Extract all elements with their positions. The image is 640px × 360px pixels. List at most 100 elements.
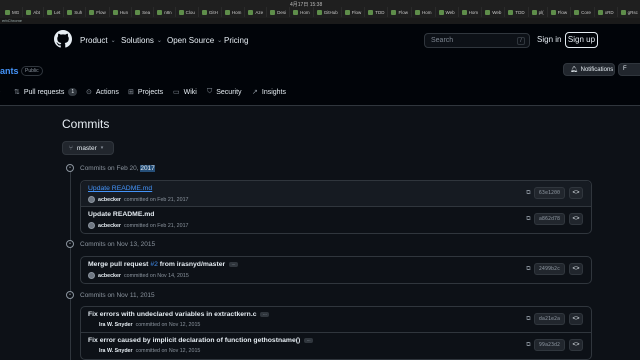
branch-name: master	[76, 144, 97, 152]
commit-message-link[interactable]: from irasnyd/master	[158, 261, 225, 268]
browse-code-icon[interactable]: <>	[569, 213, 583, 225]
browser-tab-label: gRsc	[627, 9, 638, 15]
tab-insights[interactable]: ↗ Insights	[252, 88, 286, 97]
nav-product[interactable]: Product ⌄	[80, 36, 116, 45]
author-link[interactable]: acbecker	[98, 197, 121, 203]
browser-tab[interactable]: Hom	[459, 7, 483, 17]
tab-actions[interactable]: ⊙ Actions	[86, 88, 119, 97]
tab-code-edge[interactable]: ⟩	[0, 88, 1, 96]
tab-pull-requests[interactable]: ⇅ Pull requests 1	[14, 88, 78, 96]
tab-wiki[interactable]: ▭ Wiki	[173, 88, 197, 97]
nav-pricing[interactable]: Pricing	[224, 36, 248, 45]
commit-message-link[interactable]: Fix error caused by implicit declaration…	[88, 337, 300, 344]
commit-meta: acbecker committed on Feb 21, 2017	[88, 196, 188, 203]
commit-sha-button[interactable]: 63e1200	[533, 187, 565, 199]
browser-tab[interactable]: Hom	[222, 7, 246, 17]
bell-icon: 🔔︎	[570, 67, 578, 73]
group-date-label: Commits on Nov 13, 2015	[80, 240, 156, 248]
browser-tab[interactable]: GitHub	[314, 7, 342, 17]
browser-tab[interactable]: TDD	[365, 7, 389, 17]
commit-meta: acbecker committed on Nov 14, 2015	[88, 272, 189, 279]
expand-message-button[interactable]: …	[260, 311, 270, 317]
copy-icon[interactable]: ⧉	[523, 339, 534, 351]
favicon-icon	[67, 9, 73, 15]
browser-tab[interactable]: Let	[44, 7, 65, 17]
commit-message-link[interactable]: Merge pull request	[88, 261, 150, 268]
browser-tab[interactable]: Clou	[176, 7, 199, 17]
browser-tab[interactable]: Hom	[412, 7, 436, 17]
browser-tab[interactable]: Flow	[388, 7, 412, 17]
browser-tab[interactable]: Flow	[86, 7, 110, 17]
commit-icon: •	[66, 291, 74, 299]
copy-icon[interactable]: ⧉	[523, 187, 534, 199]
chevron-down-icon: ⌄	[110, 38, 116, 44]
browser-tab[interactable]: Hun	[110, 7, 133, 17]
browser-tab[interactable]: Hom	[290, 7, 314, 17]
tab-security[interactable]: ⛉ Security	[207, 88, 242, 96]
avatar[interactable]	[88, 222, 95, 229]
commit-date: committed on Nov 12, 2015	[135, 322, 201, 328]
notifications-button[interactable]: 🔔︎ Notifications	[563, 63, 615, 76]
browser-tab[interactable]: TDD	[505, 7, 529, 17]
pr-link[interactable]: #2	[150, 261, 158, 268]
expand-message-button[interactable]: …	[229, 261, 239, 267]
search-input[interactable]: Search /	[424, 33, 530, 48]
browser-tab[interactable]: Abt	[23, 7, 45, 17]
nav-pricing-label: Pricing	[224, 36, 249, 45]
author-link[interactable]: acbecker	[98, 223, 121, 229]
browse-code-icon[interactable]: <>	[569, 187, 583, 199]
fork-button[interactable]: F	[618, 63, 640, 76]
sign-up-button[interactable]: Sign up	[565, 32, 598, 48]
commit-sha-button[interactable]: a862d78	[533, 213, 565, 225]
avatar[interactable]	[88, 196, 95, 203]
favicon-icon	[224, 9, 230, 15]
repo-name-link[interactable]: ants	[0, 66, 19, 76]
nav-open-source[interactable]: Open Source ⌄	[167, 36, 222, 45]
browser-tab-label: Clou	[185, 9, 195, 15]
sign-in-link[interactable]: Sign in	[537, 35, 561, 44]
commit-sha-button[interactable]: da21e2a	[533, 313, 565, 325]
avatar[interactable]	[88, 272, 95, 279]
browse-code-icon[interactable]: <>	[569, 339, 583, 351]
favicon-icon	[316, 9, 322, 15]
browser-tab[interactable]: GitH	[199, 7, 222, 17]
browser-tab-label: n8n	[164, 9, 172, 15]
commit-message: Merge pull request #2 from irasnyd/maste…	[88, 261, 239, 268]
commit-message-link[interactable]: Update README.md	[88, 185, 152, 192]
chevron-down-icon: ⌄	[156, 38, 162, 44]
browse-code-icon[interactable]: <>	[569, 263, 583, 275]
browser-tab[interactable]: MG	[2, 7, 24, 17]
browser-tab[interactable]: Flow	[342, 7, 366, 17]
copy-icon[interactable]: ⧉	[523, 213, 534, 225]
author-link[interactable]: acbecker	[98, 273, 121, 279]
browser-tab[interactable]: pl(	[529, 7, 548, 17]
copy-icon[interactable]: ⧉	[523, 313, 534, 325]
browser-tab-label: Hom	[468, 9, 479, 15]
browser-tab[interactable]: gRsc	[618, 7, 640, 17]
favicon-icon	[270, 9, 276, 15]
nav-solutions[interactable]: Solutions ⌄	[121, 36, 162, 45]
browser-tab[interactable]: Suh	[64, 7, 87, 17]
browser-tab[interactable]: Web	[482, 7, 506, 17]
browser-tab-label: Desi	[277, 9, 287, 15]
browser-tab[interactable]: Core	[571, 7, 595, 17]
copy-icon[interactable]: ⧉	[523, 263, 534, 275]
tab-projects[interactable]: ⊞ Projects	[128, 88, 163, 97]
browser-tab-label: Aze	[255, 9, 264, 15]
github-logo-icon[interactable]	[54, 30, 72, 48]
commit-sha-button[interactable]: 2499b2c	[533, 263, 565, 275]
commit-message-link[interactable]: Fix errors with undeclared variables in …	[88, 311, 256, 318]
expand-message-button[interactable]: …	[304, 337, 314, 343]
browser-tab[interactable]: Sea	[132, 7, 155, 17]
browser-tab[interactable]: xRD	[595, 7, 618, 17]
browser-tab[interactable]: Aze	[245, 7, 268, 17]
branch-selector[interactable]: ⑂ master ▾	[62, 141, 114, 155]
commit-sha-button[interactable]: 99a23d2	[533, 339, 565, 351]
browse-code-icon[interactable]: <>	[569, 313, 583, 325]
commit-message-link[interactable]: Update README.md	[88, 211, 154, 218]
pull-request-count: 1	[68, 88, 78, 96]
browser-tab[interactable]: Web	[436, 7, 459, 17]
browser-tab[interactable]: Desi	[267, 7, 291, 17]
browser-tab[interactable]: n8n	[154, 7, 176, 17]
browser-tab[interactable]: Flow	[548, 7, 572, 17]
